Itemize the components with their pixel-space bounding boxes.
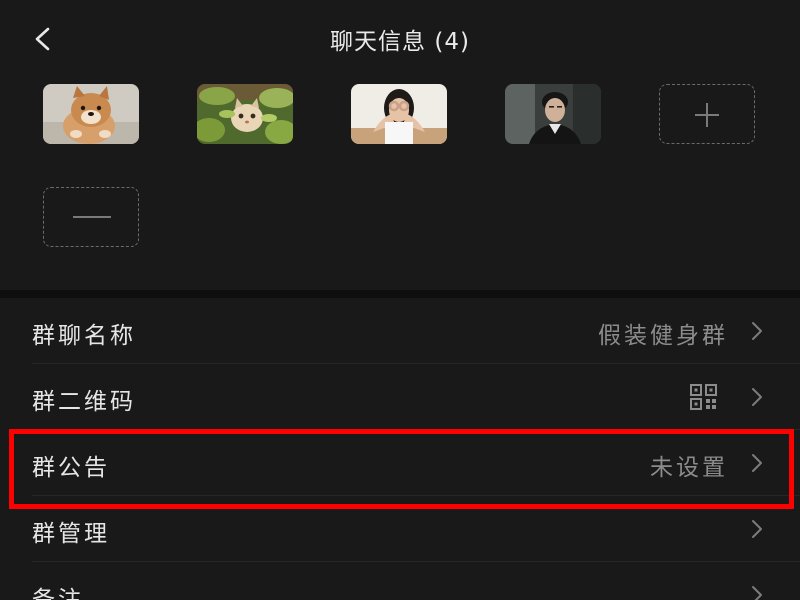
- settings-list: 群聊名称 假装健身群 群二维码 群公告 未设置 群管理 备注: [0, 298, 800, 600]
- chevron-right-icon: [750, 584, 764, 600]
- minus-icon: [73, 216, 111, 218]
- group-notice-value: 未设置: [650, 455, 728, 481]
- row-group-notice[interactable]: 群公告 未设置: [0, 430, 800, 496]
- chevron-right-icon: [750, 386, 764, 408]
- section-divider: [0, 290, 800, 298]
- chevron-right-icon: [750, 518, 764, 540]
- page-title: 聊天信息 (4): [330, 29, 470, 55]
- remove-member-button[interactable]: [43, 187, 139, 247]
- row-label: 群聊名称: [32, 323, 136, 349]
- member-avatar-1[interactable]: [43, 84, 139, 144]
- row-group-qr[interactable]: 群二维码: [0, 364, 800, 430]
- chevron-right-icon: [750, 320, 764, 342]
- row-remark[interactable]: 备注: [0, 562, 800, 600]
- add-member-button[interactable]: [659, 84, 755, 144]
- member-avatar-2[interactable]: [197, 84, 293, 144]
- row-label: 群管理: [32, 521, 110, 547]
- members-panel: [0, 76, 800, 290]
- group-name-value: 假装健身群: [598, 323, 728, 349]
- qr-code-icon: [690, 384, 726, 410]
- row-label: 备注: [32, 587, 84, 600]
- row-group-manage[interactable]: 群管理: [0, 496, 800, 562]
- row-group-name[interactable]: 群聊名称 假装健身群: [0, 298, 800, 364]
- member-avatar-3[interactable]: [351, 84, 447, 144]
- chevron-right-icon: [750, 452, 764, 474]
- row-label: 群二维码: [32, 389, 136, 415]
- header-bar: 聊天信息 (4): [0, 0, 800, 76]
- member-avatar-4[interactable]: [505, 84, 601, 144]
- plus-icon: [695, 103, 719, 127]
- row-label: 群公告: [32, 455, 110, 481]
